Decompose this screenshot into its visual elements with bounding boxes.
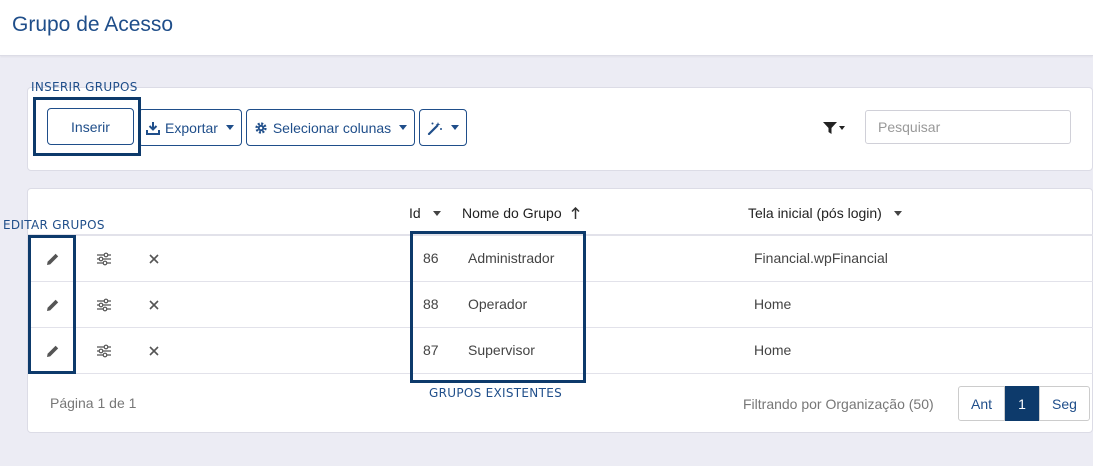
search-input[interactable] [865, 110, 1071, 144]
export-label: Exportar [165, 119, 218, 136]
export-button[interactable]: Exportar [138, 109, 242, 146]
sort-down-icon [432, 210, 441, 216]
delete-button[interactable] [143, 340, 165, 362]
magic-wand-icon [427, 121, 442, 135]
permissions-button[interactable] [93, 248, 115, 270]
download-icon [146, 121, 161, 135]
close-icon [149, 300, 159, 310]
filter-icon [823, 121, 837, 134]
cell-home: Financial.wpFinancial [754, 250, 888, 266]
chevron-down-icon [839, 126, 845, 130]
close-icon [149, 346, 159, 356]
column-header-name[interactable]: Nome do Grupo [462, 205, 580, 221]
delete-button[interactable] [143, 248, 165, 270]
page-button-current[interactable]: 1 [1005, 386, 1040, 421]
delete-button[interactable] [143, 294, 165, 316]
select-columns-button[interactable]: Selecionar colunas [246, 109, 415, 146]
annotation-box-edit [28, 235, 76, 374]
sliders-icon [97, 298, 111, 312]
gear-icon [255, 121, 267, 134]
page-info: Página 1 de 1 [50, 395, 137, 411]
pagination: Ant 1 Seg [958, 386, 1090, 421]
column-header-id[interactable]: Id [409, 205, 441, 221]
toolbar: Inserir Exportar Selecionar colunas [27, 87, 1093, 171]
close-icon [149, 254, 159, 264]
sort-up-icon [571, 206, 580, 219]
permissions-button[interactable] [93, 340, 115, 362]
page-title: Grupo de Acesso [12, 13, 174, 36]
annotation-existing: GRUPOS EXISTENTES [429, 386, 563, 400]
magic-tools-button[interactable] [419, 109, 467, 146]
next-page-button[interactable]: Seg [1039, 386, 1090, 421]
page-header: Grupo de Acesso [0, 0, 1093, 56]
sliders-icon [97, 344, 111, 358]
cell-home: Home [754, 296, 792, 312]
chevron-down-icon [399, 125, 408, 130]
select-columns-label: Selecionar colunas [272, 119, 392, 136]
filter-info: Filtrando por Organização (50) [743, 396, 934, 412]
chevron-down-icon [451, 125, 459, 130]
annotation-edit: EDITAR GRUPOS [3, 218, 105, 232]
column-header-home[interactable]: Tela inicial (pós login) [748, 205, 902, 221]
sort-down-icon [893, 210, 902, 216]
sliders-icon [97, 252, 111, 266]
cell-home: Home [754, 342, 792, 358]
annotation-insert: INSERIR GRUPOS [31, 80, 138, 94]
prev-page-button[interactable]: Ant [958, 386, 1006, 421]
permissions-button[interactable] [93, 294, 115, 316]
annotation-box-existing [410, 231, 586, 383]
annotation-box-insert [33, 97, 141, 156]
filter-button[interactable] [820, 118, 848, 138]
chevron-down-icon [225, 125, 234, 130]
